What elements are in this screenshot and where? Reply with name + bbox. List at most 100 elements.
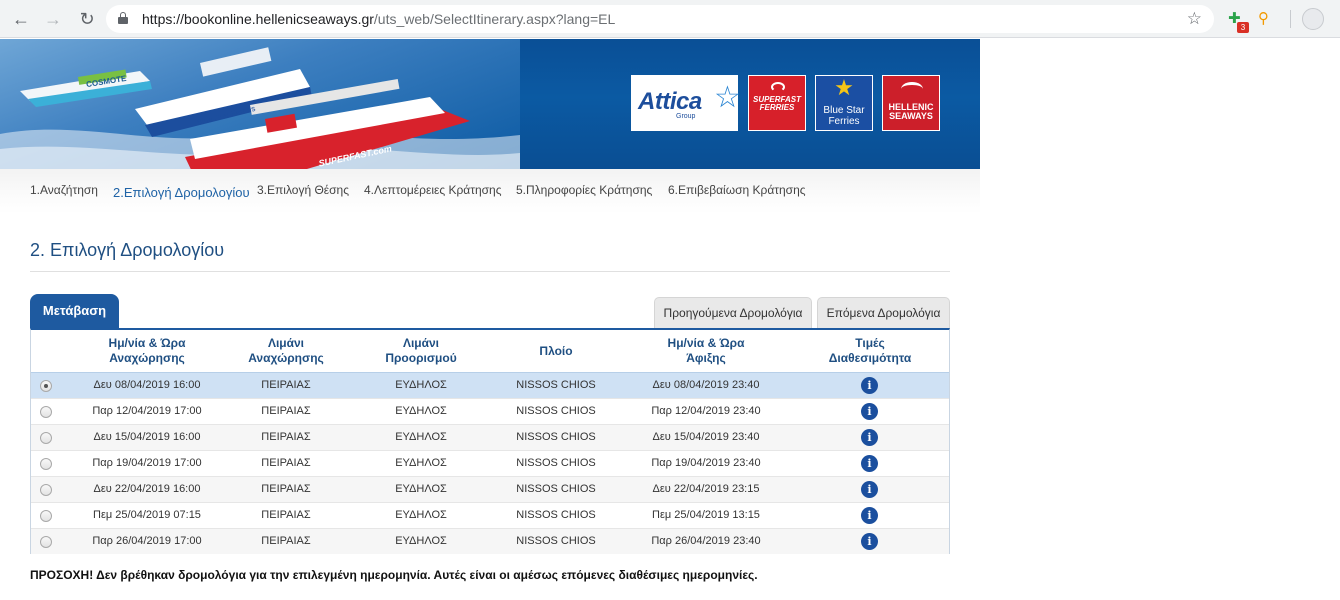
table-row[interactable]: Παρ 19/04/2019 17:00 ΠΕΙΡΑΙΑΣ ΕΥΔΗΛΟΣ NI… [31,450,949,476]
vessel-cell: NISSOS CHIOS [516,431,596,443]
info-icon[interactable]: i [861,481,878,498]
table-row[interactable]: Δευ 22/04/2019 16:00 ΠΕΙΡΑΙΑΣ ΕΥΔΗΛΟΣ NI… [31,476,949,502]
vessel-cell: NISSOS CHIOS [516,405,596,417]
header-departure-line2: Αναχώρησης [109,351,185,365]
from-port-cell: ΠΕΙΡΑΙΑΣ [261,457,311,469]
to-port-cell: ΕΥΔΗΛΟΣ [395,509,447,521]
ferries-illustration [0,47,520,169]
title-divider [30,271,950,272]
forward-arrow-icon[interactable]: → [42,8,64,30]
wave-emblem-icon [901,82,923,96]
departure-cell: Δευ 08/04/2019 16:00 [93,379,201,391]
reload-icon[interactable]: ↻ [76,8,98,30]
extension-badge: 3 [1237,22,1249,33]
header-arrival-line1: Ημ/νία & Ώρα [667,336,745,350]
row-radio[interactable] [40,458,52,470]
from-port-cell: ΠΕΙΡΑΙΑΣ [261,535,311,547]
header-banner: COSMOTE Blue Star Ferries SUPERFAST.com … [0,39,980,169]
vessel-cell: NISSOS CHIOS [516,535,596,547]
from-port-cell: ΠΕΙΡΑΙΑΣ [261,483,311,495]
header-prices-line2: Διαθεσιμότητα [828,351,912,365]
attica-logo-text: Attica [638,88,702,115]
profile-avatar[interactable] [1302,8,1324,30]
to-port-cell: ΕΥΔΗΛΟΣ [395,535,447,547]
blue-star-ferries-logo[interactable]: ★ Blue Star Ferries [815,75,873,131]
info-icon[interactable]: i [861,403,878,420]
address-bar[interactable]: https://bookonline.hellenicseaways.gr/ut… [106,5,1214,33]
header-from-line2: Αναχώρησης [248,351,324,365]
table-row[interactable]: Παρ 12/04/2019 17:00 ΠΕΙΡΑΙΑΣ ΕΥΔΗΛΟΣ NI… [31,398,949,424]
arrival-cell: Δευ 15/04/2019 23:40 [652,431,760,443]
next-itineraries-button[interactable]: Επόμενα Δρομολόγια [817,297,950,328]
attica-group-logo[interactable]: Attica Group ☆ [631,75,741,131]
key-extension-icon[interactable]: ⚲ [1258,9,1269,27]
departure-cell: Παρ 19/04/2019 17:00 [92,457,202,469]
bookmark-star-icon[interactable]: ☆ [1187,9,1202,29]
vessel-cell: NISSOS CHIOS [516,509,596,521]
to-port-cell: ΕΥΔΗΛΟΣ [395,457,447,469]
from-port-cell: ΠΕΙΡΑΙΑΣ [261,405,311,417]
header-departure-line1: Ημ/νία & Ώρα [108,336,186,350]
vessel-cell: NISSOS CHIOS [516,483,596,495]
step-booking-details[interactable]: 4.Λεπτομέρειες Κράτησης [364,183,502,197]
info-icon[interactable]: i [861,429,878,446]
hellenic-seaways-logo[interactable]: HELLENIC SEAWAYS [882,75,940,131]
hellenic-logo-text: HELLENIC SEAWAYS [888,102,934,122]
info-icon[interactable]: i [861,533,878,550]
departure-cell: Πεμ 25/04/2019 07:15 [93,509,201,521]
tab-outbound[interactable]: Μετάβαση [30,294,119,328]
url-host: https://bookonline.hellenicseaways.gr [142,11,374,27]
row-radio[interactable] [40,484,52,496]
row-radio[interactable] [40,380,52,392]
row-radio[interactable] [40,510,52,522]
vessel-cell: NISSOS CHIOS [516,379,596,391]
bluestar-logo-text: Blue Star Ferries [823,105,865,127]
table-row[interactable]: Δευ 08/04/2019 16:00 ΠΕΙΡΑΙΑΣ ΕΥΔΗΛΟΣ NI… [31,372,949,398]
table-row[interactable]: Παρ 26/04/2019 17:00 ΠΕΙΡΑΙΑΣ ΕΥΔΗΛΟΣ NI… [31,528,949,554]
step-select-itinerary[interactable]: 2.Επιλογή Δρομολογίου [113,185,250,200]
from-port-cell: ΠΕΙΡΑΙΑΣ [261,431,311,443]
superfast-logo-text: SUPERFAST FERRIES [752,95,801,113]
arrival-cell: Παρ 19/04/2019 23:40 [651,457,761,469]
table-row[interactable]: Πεμ 25/04/2019 07:15 ΠΕΙΡΑΙΑΣ ΕΥΔΗΛΟΣ NI… [31,502,949,528]
page-title: 2. Επιλογή Δρομολογίου [30,240,225,260]
arrival-cell: Παρ 26/04/2019 23:40 [651,535,761,547]
departure-cell: Παρ 26/04/2019 17:00 [92,535,202,547]
booking-steps: 1.Αναζήτηση 2.Επιλογή Δρομολογίου 3.Επιλ… [0,169,980,214]
arrival-cell: Δευ 08/04/2019 23:40 [652,379,760,391]
previous-itineraries-button[interactable]: Προηγούμενα Δρομολόγια [654,297,812,328]
superfast-ferries-logo[interactable]: SUPERFAST FERRIES [748,75,806,131]
header-departure: Ημ/νία & Ώρα Αναχώρησης [91,336,203,366]
star-icon: ★ [834,75,854,100]
header-arrival-line2: Άφιξης [686,351,726,365]
url-text[interactable]: https://bookonline.hellenicseaways.gr/ut… [142,11,615,27]
info-icon[interactable]: i [861,507,878,524]
toolbar-separator [1290,10,1291,28]
info-icon[interactable]: i [861,455,878,472]
table-header: Ημ/νία & Ώρα Αναχώρησης Λιμάνι Αναχώρηση… [31,330,949,372]
step-search[interactable]: 1.Αναζήτηση [30,183,98,197]
from-port-cell: ΠΕΙΡΑΙΑΣ [261,509,311,521]
to-port-cell: ΕΥΔΗΛΟΣ [395,431,447,443]
step-select-seat[interactable]: 3.Επιλογή Θέσης [257,183,349,197]
row-radio[interactable] [40,406,52,418]
step-booking-info[interactable]: 5.Πληροφορίες Κράτησης [516,183,652,197]
arrival-cell: Πεμ 25/04/2019 13:15 [652,509,760,521]
header-arrival: Ημ/νία & Ώρα Άφιξης [651,336,761,366]
arrival-cell: Παρ 12/04/2019 23:40 [651,405,761,417]
superfast-emblem-icon [771,82,785,92]
header-prices-line1: Τιμές [855,336,885,350]
departure-cell: Παρ 12/04/2019 17:00 [92,405,202,417]
row-radio[interactable] [40,432,52,444]
back-arrow-icon[interactable]: ← [10,8,32,30]
table-row[interactable]: Δευ 15/04/2019 16:00 ΠΕΙΡΑΙΑΣ ΕΥΔΗΛΟΣ NI… [31,424,949,450]
step-booking-confirm[interactable]: 6.Επιβεβαίωση Κράτησης [668,183,806,197]
row-radio[interactable] [40,536,52,548]
vessel-cell: NISSOS CHIOS [516,457,596,469]
header-to-port: Λιμάνι Προορισμού [366,336,476,366]
no-itinerary-warning: ΠΡΟΣΟΧΗ! Δεν βρέθηκαν δρομολόγια για την… [30,568,758,582]
lock-icon [118,12,128,24]
header-prices: Τιμές Διαθεσιμότητα [815,336,925,366]
attica-logo-subtext: Group [676,113,696,120]
info-icon[interactable]: i [861,377,878,394]
